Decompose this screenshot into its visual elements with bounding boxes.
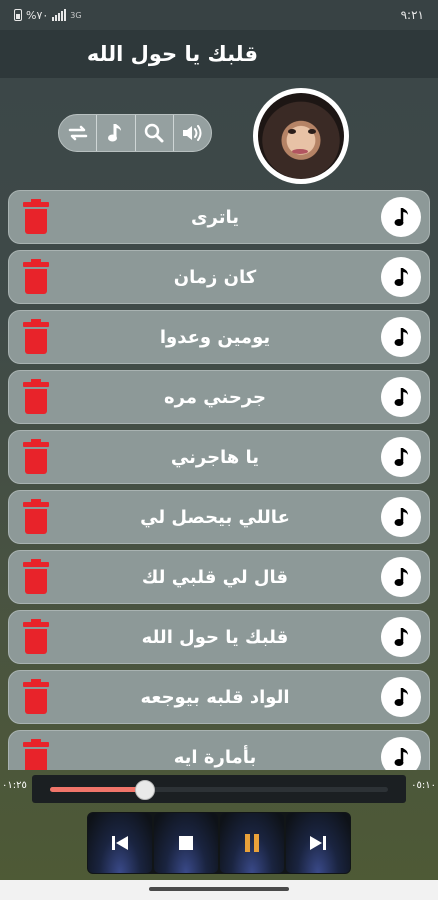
play-song-button[interactable] <box>381 497 421 537</box>
play-song-button[interactable] <box>381 197 421 237</box>
song-title: بأمارة ايه <box>173 746 257 768</box>
network-type: 3G <box>70 10 82 20</box>
trash-icon <box>23 379 49 387</box>
total-duration: ٠٥:١٠ <box>411 780 436 791</box>
search-button[interactable] <box>136 115 174 151</box>
delete-button[interactable] <box>23 199 49 234</box>
music-note-icon <box>394 388 408 406</box>
next-button[interactable] <box>286 813 350 873</box>
volume-button[interactable] <box>174 115 211 151</box>
music-note-icon <box>394 268 408 286</box>
trash-icon <box>23 679 49 687</box>
seek-progress <box>50 787 145 792</box>
music-note-icon <box>394 508 408 526</box>
trash-icon <box>23 619 49 627</box>
system-nav-bar <box>0 880 438 900</box>
stop-icon <box>179 836 193 850</box>
music-note-icon <box>394 688 408 706</box>
repeat-button[interactable] <box>59 115 98 151</box>
toolbar <box>58 114 212 152</box>
artist-photo <box>258 93 344 179</box>
page-title: قلبك يا حول الله <box>86 42 258 66</box>
song-title: يومين وعدوا <box>159 326 271 348</box>
delete-button[interactable] <box>23 379 49 414</box>
trash-icon <box>23 199 49 207</box>
play-song-button[interactable] <box>381 677 421 717</box>
music-icon <box>107 124 121 142</box>
status-indicators: %٧٠ 3G <box>14 9 82 22</box>
play-song-button[interactable] <box>381 557 421 597</box>
volume-icon <box>183 125 202 141</box>
seek-area: ٠١:٢٥ ٠٥:١٠ <box>0 772 438 804</box>
song-list: ياترى كان زمان يومين وعدوا جرحني مره يا … <box>8 190 430 770</box>
song-row[interactable]: عاللي بيحصل لي <box>8 490 430 544</box>
song-row[interactable]: قال لي قلبي لك <box>8 550 430 604</box>
delete-button[interactable] <box>23 259 49 294</box>
song-row[interactable]: كان زمان <box>8 250 430 304</box>
previous-icon <box>112 836 128 850</box>
previous-button[interactable] <box>88 813 152 873</box>
delete-button[interactable] <box>23 619 49 654</box>
next-icon <box>310 836 326 850</box>
search-icon <box>144 123 164 143</box>
delete-button[interactable] <box>23 499 49 534</box>
home-handle[interactable] <box>149 887 289 891</box>
delete-button[interactable] <box>23 319 49 354</box>
music-note-icon <box>394 208 408 226</box>
song-title: الواد قلبه بيوجعه <box>140 686 290 708</box>
pause-icon <box>245 834 259 852</box>
play-song-button[interactable] <box>381 617 421 657</box>
play-song-button[interactable] <box>381 737 421 770</box>
seek-thumb[interactable] <box>134 780 155 800</box>
delete-button[interactable] <box>23 739 49 770</box>
song-title: كان زمان <box>173 266 257 288</box>
song-title: يا هاجرني <box>170 446 260 468</box>
song-row[interactable]: بأمارة ايه <box>8 730 430 770</box>
music-button[interactable] <box>97 115 136 151</box>
playback-controls <box>87 812 351 874</box>
song-row[interactable]: يا هاجرني <box>8 430 430 484</box>
song-row[interactable]: يومين وعدوا <box>8 310 430 364</box>
trash-icon <box>23 319 49 327</box>
music-note-icon <box>394 568 408 586</box>
battery-icon <box>14 9 22 21</box>
title-bar: قلبك يا حول الله <box>0 30 438 78</box>
trash-icon <box>23 439 49 447</box>
song-row[interactable]: ياترى <box>8 190 430 244</box>
song-title: ياترى <box>191 206 239 228</box>
song-title: قلبك يا حول الله <box>141 626 289 648</box>
clock: ٩:٢١ <box>400 8 424 22</box>
play-song-button[interactable] <box>381 317 421 357</box>
song-row[interactable]: جرحني مره <box>8 370 430 424</box>
delete-button[interactable] <box>23 439 49 474</box>
song-title: عاللي بيحصل لي <box>140 506 290 528</box>
stop-button[interactable] <box>154 813 218 873</box>
play-song-button[interactable] <box>381 377 421 417</box>
delete-button[interactable] <box>23 679 49 714</box>
music-note-icon <box>394 448 408 466</box>
seek-bar[interactable] <box>32 775 406 803</box>
trash-icon <box>23 259 49 267</box>
elapsed-time: ٠١:٢٥ <box>2 780 27 791</box>
song-title: قال لي قلبي لك <box>141 566 289 588</box>
music-note-icon <box>394 748 408 766</box>
album-art <box>253 88 349 184</box>
status-bar: %٧٠ 3G ٩:٢١ <box>0 0 438 30</box>
trash-icon <box>23 499 49 507</box>
play-song-button[interactable] <box>381 257 421 297</box>
song-row[interactable]: الواد قلبه بيوجعه <box>8 670 430 724</box>
trash-icon <box>23 559 49 567</box>
song-row[interactable]: قلبك يا حول الله <box>8 610 430 664</box>
repeat-icon <box>68 125 87 141</box>
signal-icon <box>52 9 67 21</box>
battery-percent: %٧٠ <box>26 8 49 22</box>
play-song-button[interactable] <box>381 437 421 477</box>
trash-icon <box>23 739 49 747</box>
music-note-icon <box>394 328 408 346</box>
music-note-icon <box>394 628 408 646</box>
delete-button[interactable] <box>23 559 49 594</box>
pause-button[interactable] <box>220 813 284 873</box>
song-title: جرحني مره <box>164 386 266 408</box>
